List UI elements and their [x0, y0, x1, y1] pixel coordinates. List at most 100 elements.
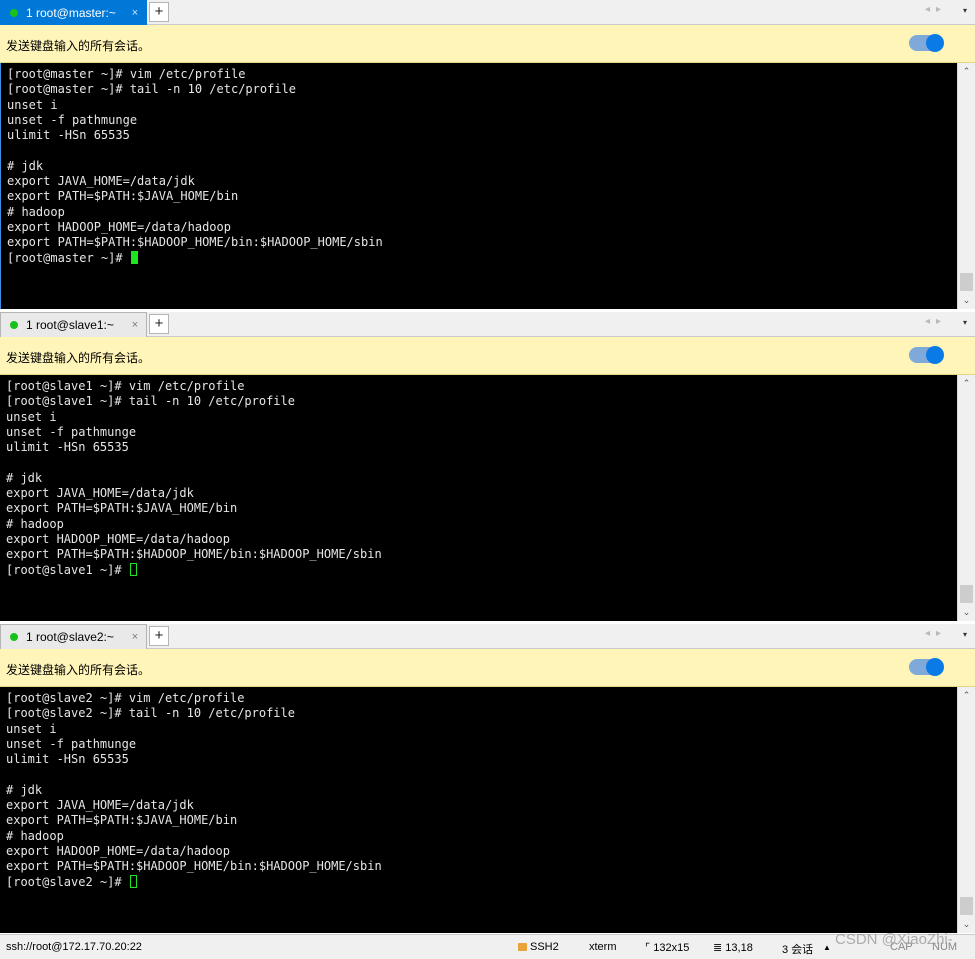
position-icon: ≣: [713, 942, 726, 954]
tab-bar: 1 root@slave2:~ × + ◂▸ ▾: [0, 624, 975, 649]
scroll-down-icon[interactable]: ⌄: [958, 604, 975, 621]
chevron-down-icon[interactable]: ▾: [963, 318, 967, 327]
watermark: CSDN @XiaoZhi-: [835, 931, 953, 948]
terminal-line: unset -f pathmunge: [6, 736, 137, 751]
text-cursor: [130, 250, 138, 264]
scroll-up-icon[interactable]: ⌃: [958, 687, 975, 704]
broadcast-toggle[interactable]: [909, 34, 944, 52]
tab-label: 1 root@slave2:~: [26, 630, 114, 644]
terminal-line: export PATH=$PATH:$JAVA_HOME/bin: [6, 813, 238, 828]
terminal-type: xterm: [589, 941, 617, 953]
resize-icon: ⌜: [645, 942, 654, 954]
terminal-line: # jdk: [6, 470, 43, 485]
terminal-line: export HADOOP_HOME=/data/hadoop: [6, 531, 230, 546]
terminal-scrollbar[interactable]: ⌃ ⌄: [957, 687, 975, 933]
text-cursor: [129, 562, 137, 576]
broadcast-toggle[interactable]: [909, 346, 944, 364]
scroll-up-icon[interactable]: ⌃: [958, 63, 975, 80]
terminal-line: # hadoop: [6, 516, 64, 531]
terminal-output[interactable]: [root@slave2 ~]# vim /etc/profile [root@…: [0, 687, 957, 933]
terminal-line: unset -f pathmunge: [7, 112, 138, 127]
terminal-line: unset i: [6, 721, 57, 736]
scroll-thumb[interactable]: [960, 897, 973, 915]
terminal-output[interactable]: [root@slave1 ~]# vim /etc/profile [root@…: [0, 375, 957, 621]
tab-scroll-arrows-icon[interactable]: ◂▸: [925, 4, 947, 15]
broadcast-notice-text: 发送键盘输入的所有会话。: [6, 39, 151, 53]
connected-status-icon: [10, 633, 18, 641]
broadcast-notice-text: 发送键盘输入的所有会话。: [6, 663, 151, 677]
terminal-line: ulimit -HSn 65535: [6, 752, 129, 767]
terminal-prompt: [root@slave1 ~]#: [6, 562, 129, 577]
tab-bar: 1 root@master:~ × + ◂▸ ▾: [0, 0, 975, 25]
terminal-line: [root@master ~]# vim /etc/profile: [7, 67, 246, 81]
terminal-line: export JAVA_HOME=/data/jdk: [6, 798, 194, 813]
close-icon[interactable]: ×: [128, 7, 142, 19]
terminal-line: [root@slave2 ~]# vim /etc/profile: [6, 691, 245, 705]
terminal-prompt-line: [root@master ~]#: [7, 250, 957, 266]
tab-master[interactable]: 1 root@master:~ ×: [0, 0, 147, 25]
cursor-position: ≣ 13,18: [713, 941, 753, 954]
chevron-down-icon[interactable]: ▾: [963, 6, 967, 15]
scroll-thumb[interactable]: [960, 273, 973, 291]
terminal-line: [root@master ~]# tail -n 10 /etc/profile: [7, 82, 296, 97]
cursor-position-value: 13,18: [725, 942, 753, 954]
tab-slave2[interactable]: 1 root@slave2:~ ×: [0, 624, 147, 649]
terminal-line: export PATH=$PATH:$JAVA_HOME/bin: [6, 501, 238, 516]
terminal-prompt-line: [root@slave2 ~]#: [6, 874, 957, 890]
add-tab-button[interactable]: +: [149, 2, 169, 22]
chevron-down-icon[interactable]: ▾: [963, 630, 967, 639]
terminal-line: # hadoop: [7, 204, 65, 219]
session-count[interactable]: 3 会话: [782, 941, 813, 957]
toggle-knob: [926, 658, 944, 676]
terminal-scrollbar[interactable]: ⌃ ⌄: [957, 63, 975, 309]
add-tab-button[interactable]: +: [149, 314, 169, 334]
terminal-line: # jdk: [7, 158, 44, 173]
scroll-down-icon[interactable]: ⌄: [958, 292, 975, 309]
tab-bar: 1 root@slave1:~ × + ◂▸ ▾: [0, 312, 975, 337]
terminal-line: ulimit -HSn 65535: [7, 128, 130, 143]
terminal-line: export JAVA_HOME=/data/jdk: [6, 486, 194, 501]
terminal-line: [root@slave1 ~]# tail -n 10 /etc/profile: [6, 394, 295, 409]
terminal-output[interactable]: [root@master ~]# vim /etc/profile [root@…: [0, 63, 957, 309]
terminal-line: unset -f pathmunge: [6, 424, 137, 439]
session-pane-slave2: 1 root@slave2:~ × + ◂▸ ▾ 发送键盘输入的所有会话。 [r…: [0, 624, 975, 934]
protocol-indicator: SSH2: [518, 941, 559, 953]
broadcast-notice-bar: 发送键盘输入的所有会话。: [0, 25, 975, 63]
lock-icon: [518, 943, 527, 951]
connection-address: ssh://root@172.17.70.20:22: [6, 941, 142, 953]
close-icon[interactable]: ×: [128, 319, 142, 331]
tab-slave1[interactable]: 1 root@slave1:~ ×: [0, 312, 147, 337]
terminal-line: export HADOOP_HOME=/data/hadoop: [6, 843, 230, 858]
connected-status-icon: [10, 9, 18, 17]
terminal-line: [root@slave1 ~]# vim /etc/profile: [6, 379, 245, 393]
terminal-line: export PATH=$PATH:$JAVA_HOME/bin: [7, 189, 239, 204]
broadcast-notice-text: 发送键盘输入的所有会话。: [6, 351, 151, 365]
terminal-line: [root@slave2 ~]# tail -n 10 /etc/profile: [6, 706, 295, 721]
terminal-prompt: [root@master ~]#: [7, 250, 130, 265]
add-tab-button[interactable]: +: [149, 626, 169, 646]
arrow-up-icon[interactable]: ▲: [823, 943, 831, 952]
tab-scroll-arrows-icon[interactable]: ◂▸: [925, 316, 947, 327]
terminal-prompt-line: [root@slave1 ~]#: [6, 562, 957, 578]
tab-scroll-arrows-icon[interactable]: ◂▸: [925, 628, 947, 639]
terminal-line: # jdk: [6, 782, 43, 797]
tab-label: 1 root@slave1:~: [26, 318, 114, 332]
close-icon[interactable]: ×: [128, 631, 142, 643]
terminal-line: unset i: [6, 409, 57, 424]
session-pane-master: 1 root@master:~ × + ◂▸ ▾ 发送键盘输入的所有会话。 [r…: [0, 0, 975, 312]
scroll-down-icon[interactable]: ⌄: [958, 916, 975, 933]
broadcast-toggle[interactable]: [909, 658, 944, 676]
terminal-line: export JAVA_HOME=/data/jdk: [7, 174, 195, 189]
terminal-line: ulimit -HSn 65535: [6, 440, 129, 455]
status-bar: ssh://root@172.17.70.20:22 SSH2 xterm ⌜ …: [0, 934, 975, 959]
text-cursor: [129, 874, 137, 888]
terminal-prompt: [root@slave2 ~]#: [6, 874, 129, 889]
scroll-thumb[interactable]: [960, 585, 973, 603]
terminal-scrollbar[interactable]: ⌃ ⌄: [957, 375, 975, 621]
scroll-up-icon[interactable]: ⌃: [958, 375, 975, 392]
terminal-line: export PATH=$PATH:$HADOOP_HOME/bin:$HADO…: [7, 235, 383, 250]
tab-label: 1 root@master:~: [26, 6, 116, 20]
